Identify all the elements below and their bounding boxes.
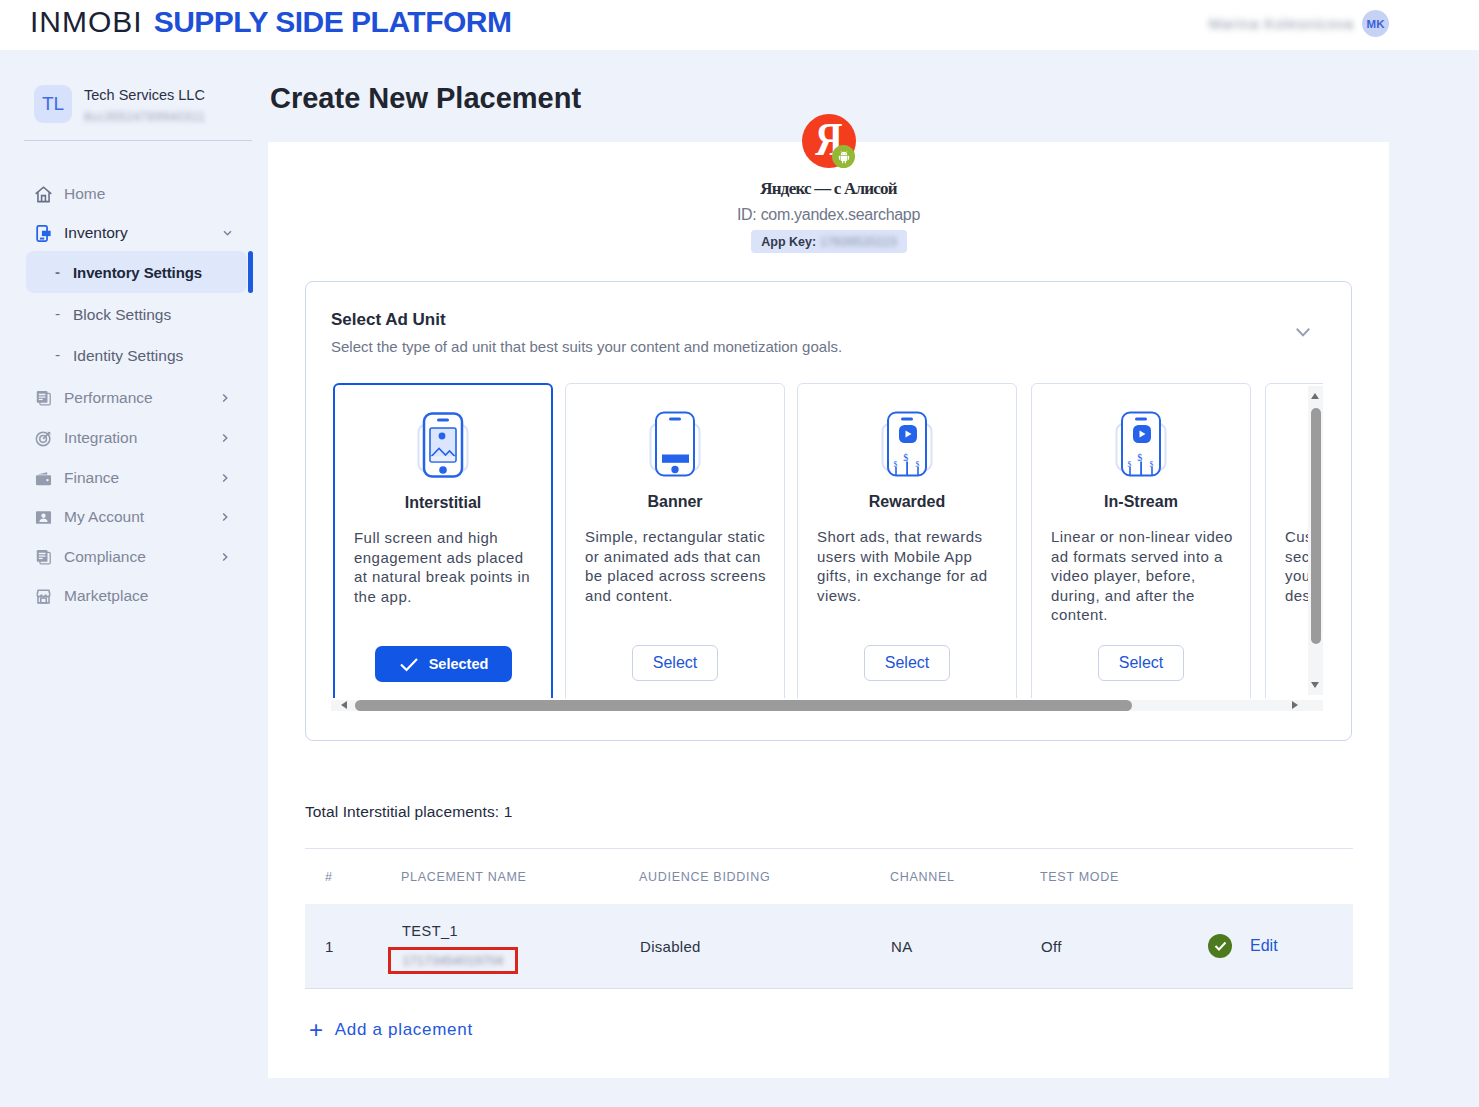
svg-text:$: $ (1137, 452, 1142, 463)
svg-text:$: $ (903, 452, 908, 463)
